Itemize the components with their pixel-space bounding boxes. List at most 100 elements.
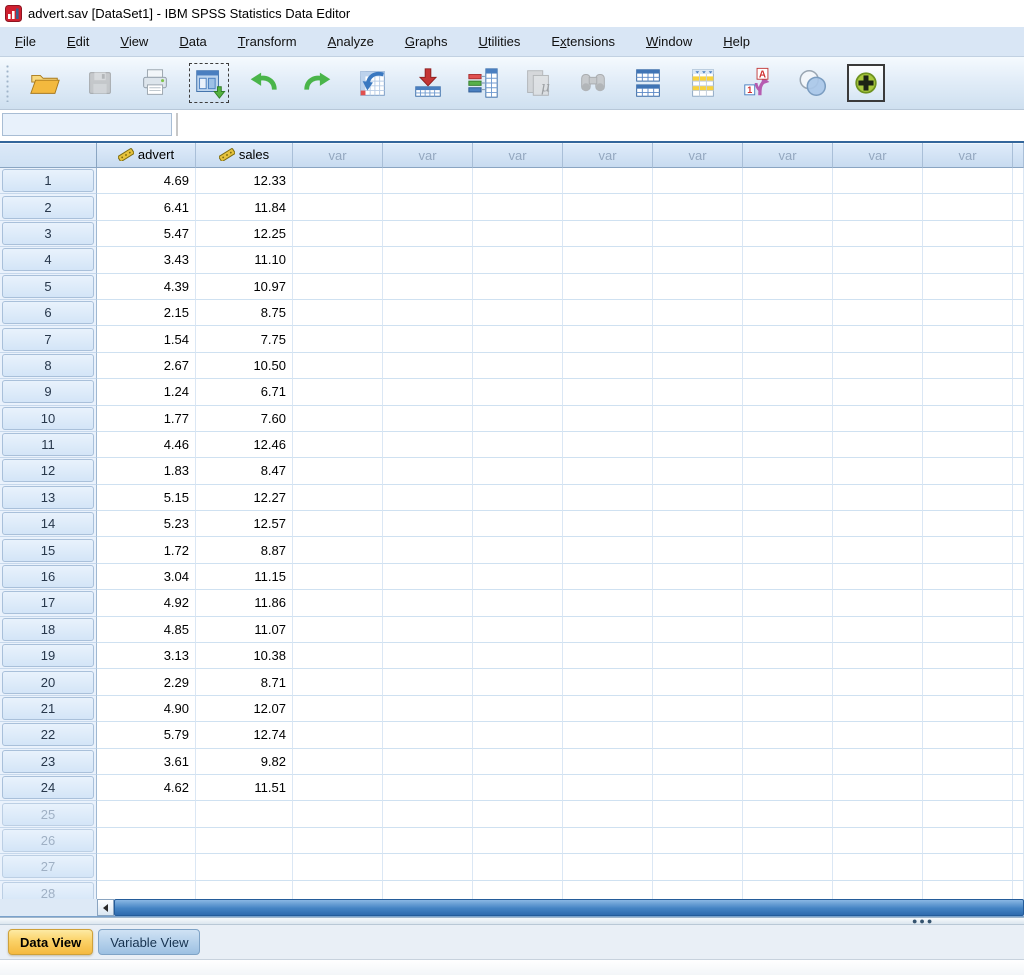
data-cell-empty[interactable] (563, 326, 653, 353)
data-cell-empty[interactable] (383, 405, 473, 432)
data-cell-empty[interactable] (833, 537, 923, 564)
data-cell-empty[interactable] (743, 273, 833, 300)
print-button[interactable] (134, 62, 176, 104)
data-cell-empty[interactable] (563, 299, 653, 327)
data-cell-empty[interactable] (473, 537, 563, 564)
column-header-advert[interactable]: advert (97, 143, 196, 168)
column-header-var[interactable]: var (653, 143, 743, 168)
data-cell-empty[interactable] (563, 643, 653, 670)
descriptives-button[interactable]: μ (517, 62, 559, 104)
row-header[interactable]: 21 (0, 695, 97, 723)
data-cell-empty[interactable] (833, 194, 923, 221)
data-cell-empty[interactable] (833, 616, 923, 644)
data-cell-empty[interactable] (743, 801, 833, 828)
cell-sales[interactable]: 12.27 (196, 484, 293, 512)
data-cell-empty[interactable] (383, 616, 473, 644)
data-cell-empty[interactable] (383, 484, 473, 512)
cell-sales[interactable]: 12.74 (196, 722, 293, 749)
data-cell-empty[interactable] (563, 405, 653, 432)
data-cell-empty[interactable] (833, 695, 923, 723)
data-cell-empty[interactable] (383, 827, 473, 855)
data-cell-empty[interactable] (293, 458, 383, 485)
data-cell-empty[interactable] (383, 168, 473, 195)
menu-transform[interactable]: Transform (227, 29, 308, 54)
data-cell-empty[interactable] (473, 722, 563, 749)
data-cell-empty[interactable] (833, 669, 923, 696)
data-cell-empty[interactable] (743, 220, 833, 248)
data-cell-empty[interactable] (833, 854, 923, 881)
data-cell-empty[interactable] (743, 247, 833, 274)
data-cell-empty[interactable] (653, 854, 743, 881)
data-cell-empty[interactable] (653, 669, 743, 696)
data-cell-empty[interactable] (743, 563, 833, 591)
data-cell-empty[interactable] (743, 748, 833, 775)
data-cell-empty[interactable] (383, 748, 473, 775)
menu-analyze[interactable]: Analyze (317, 29, 385, 54)
scroll-left-button[interactable] (97, 899, 114, 916)
data-cell-empty[interactable] (563, 247, 653, 274)
scrollbar-thumb[interactable] (114, 899, 1024, 916)
column-header-sales[interactable]: sales (196, 143, 293, 168)
data-cell-empty[interactable] (473, 431, 563, 459)
data-cell-empty[interactable] (923, 220, 1013, 248)
row-header[interactable]: 19 (0, 643, 97, 670)
data-cell-empty[interactable] (743, 643, 833, 670)
extension-plus-button[interactable] (847, 64, 885, 102)
cell-sales[interactable]: 8.71 (196, 669, 293, 696)
data-cell-empty[interactable] (743, 379, 833, 406)
data-cell-empty[interactable] (923, 774, 1013, 802)
value-labels-button[interactable]: 1 A (737, 62, 779, 104)
data-cell-empty[interactable] (383, 247, 473, 274)
data-cell-empty[interactable] (743, 194, 833, 221)
data-cell-empty[interactable] (743, 431, 833, 459)
data-cell-empty[interactable] (473, 484, 563, 512)
row-header[interactable]: 11 (0, 431, 97, 459)
data-cell-empty[interactable] (653, 168, 743, 195)
cell-sales[interactable]: 12.57 (196, 511, 293, 538)
pane-splitter[interactable]: ●●● (0, 916, 1024, 926)
data-cell-empty[interactable] (923, 643, 1013, 670)
select-cases-button[interactable] (682, 62, 724, 104)
cell-sales[interactable]: 10.97 (196, 273, 293, 300)
row-header[interactable]: 7 (0, 326, 97, 353)
data-cell-empty[interactable] (473, 299, 563, 327)
data-cell-empty[interactable] (383, 880, 473, 899)
cell-sales[interactable]: 10.38 (196, 643, 293, 670)
data-cell-empty[interactable] (743, 827, 833, 855)
cell-advert[interactable]: 1.83 (97, 458, 196, 485)
data-cell-empty[interactable] (653, 774, 743, 802)
data-cell-empty[interactable] (473, 643, 563, 670)
data-cell-empty[interactable] (563, 352, 653, 380)
data-cell-empty[interactable] (923, 273, 1013, 300)
goto-variable-button[interactable] (407, 62, 449, 104)
data-cell-empty[interactable] (473, 405, 563, 432)
data-cell-empty[interactable] (653, 458, 743, 485)
data-cell-empty[interactable] (473, 247, 563, 274)
menu-graphs[interactable]: Graphs (394, 29, 459, 54)
row-header[interactable]: 13 (0, 484, 97, 512)
data-cell-empty[interactable] (473, 854, 563, 881)
menu-utilities[interactable]: Utilities (467, 29, 531, 54)
data-cell-empty[interactable] (383, 352, 473, 380)
data-cell-empty[interactable] (293, 590, 383, 617)
data-cell-empty[interactable] (473, 695, 563, 723)
data-cell-empty[interactable] (923, 247, 1013, 274)
undo-button[interactable] (242, 62, 284, 104)
data-cell-empty[interactable] (923, 616, 1013, 644)
data-cell-empty[interactable] (743, 616, 833, 644)
data-cell-empty[interactable] (473, 194, 563, 221)
row-header[interactable]: 27 (0, 854, 97, 881)
data-cell-empty[interactable] (293, 616, 383, 644)
data-cell-empty[interactable] (563, 880, 653, 899)
data-cell-empty[interactable] (923, 537, 1013, 564)
menu-window[interactable]: Window (635, 29, 703, 54)
data-cell-empty[interactable] (923, 352, 1013, 380)
data-cell-empty[interactable] (383, 299, 473, 327)
row-header[interactable]: 20 (0, 669, 97, 696)
row-header[interactable]: 28 (0, 880, 97, 899)
data-cell-empty[interactable] (743, 669, 833, 696)
data-cell-empty[interactable] (743, 854, 833, 881)
data-cell-empty[interactable] (923, 458, 1013, 485)
cell-sales-empty[interactable] (196, 854, 293, 881)
data-cell-empty[interactable] (473, 220, 563, 248)
